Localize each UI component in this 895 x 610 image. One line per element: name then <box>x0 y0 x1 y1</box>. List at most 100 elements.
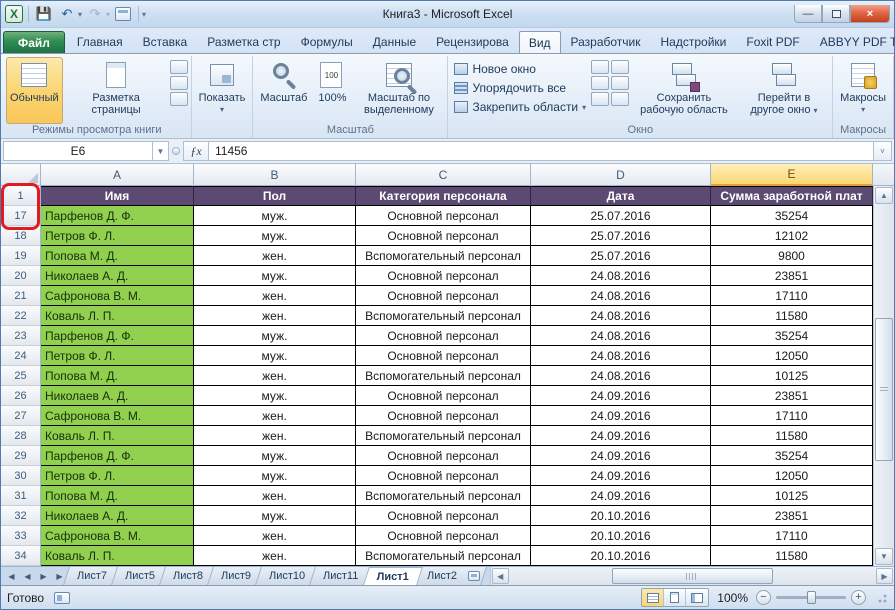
cell[interactable]: Коваль Л. П. <box>41 306 194 326</box>
horizontal-scroll-track[interactable] <box>510 568 875 584</box>
minimize-button[interactable]: — <box>794 5 822 23</box>
redo-button[interactable]: ↷ <box>85 4 105 24</box>
cell[interactable]: Николаев А. Д. <box>41 506 194 526</box>
resize-grip[interactable] <box>875 591 888 604</box>
cell[interactable]: Попова М. Д. <box>41 486 194 506</box>
cell[interactable]: 24.08.2016 <box>531 266 711 286</box>
cell[interactable]: Дата <box>531 186 711 206</box>
ribbon-tab-Надстройки[interactable]: Надстройки <box>651 31 737 53</box>
cell[interactable]: 11580 <box>711 546 873 566</box>
row-number-30[interactable]: 30 <box>1 466 41 486</box>
status-normal-view-button[interactable] <box>642 589 665 606</box>
column-header-C[interactable]: C <box>356 164 531 186</box>
ribbon-tab-Формулы[interactable]: Формулы <box>291 31 363 53</box>
cell[interactable]: 24.08.2016 <box>531 326 711 346</box>
scroll-right-icon[interactable]: ▶ <box>876 568 893 584</box>
cell[interactable]: 24.08.2016 <box>531 286 711 306</box>
full-screen-button[interactable] <box>169 92 188 106</box>
row-number-20[interactable]: 20 <box>1 266 41 286</box>
status-page-break-button[interactable] <box>686 589 709 606</box>
cell[interactable]: 12050 <box>711 346 873 366</box>
ribbon-tab-Вид[interactable]: Вид <box>518 31 561 53</box>
view-side-by-side-button[interactable] <box>611 60 630 74</box>
cell[interactable]: Петров Ф. Л. <box>41 466 194 486</box>
macro-record-icon[interactable] <box>54 591 71 604</box>
row-number-34[interactable]: 34 <box>1 546 41 566</box>
cell[interactable]: жен. <box>194 406 356 426</box>
cell[interactable]: 9800 <box>711 246 873 266</box>
name-box[interactable]: Е6 <box>3 141 153 161</box>
cell[interactable]: 23851 <box>711 386 873 406</box>
cell[interactable]: 17110 <box>711 406 873 426</box>
row-number-31[interactable]: 31 <box>1 486 41 506</box>
cell[interactable]: 17110 <box>711 286 873 306</box>
cell[interactable]: Основной персонал <box>356 446 531 466</box>
zoom-100-button[interactable]: 100 100% <box>313 57 351 124</box>
cell[interactable]: Имя <box>41 186 194 206</box>
horizontal-scrollbar[interactable]: ◀ ▶ <box>489 567 894 585</box>
redo-dropdown-icon[interactable]: ▾ <box>106 10 110 19</box>
excel-logo-icon[interactable]: X <box>5 5 23 23</box>
vertical-scroll-track[interactable] <box>875 205 893 547</box>
row-number-27[interactable]: 27 <box>1 406 41 426</box>
cell[interactable]: жен. <box>194 486 356 506</box>
cell[interactable]: муж. <box>194 346 356 366</box>
cell[interactable]: жен. <box>194 426 356 446</box>
new-window-button[interactable]: Новое окно <box>451 60 589 78</box>
zoom-slider-thumb[interactable] <box>806 591 816 604</box>
zoom-in-button[interactable]: + <box>851 590 866 605</box>
cell[interactable]: 24.08.2016 <box>531 346 711 366</box>
cell[interactable]: Николаев А. Д. <box>41 386 194 406</box>
cell[interactable]: 17110 <box>711 526 873 546</box>
switch-windows-button[interactable]: Перейти в другое окно ▾ <box>739 57 829 124</box>
horizontal-scroll-thumb[interactable] <box>612 568 773 584</box>
cell[interactable]: Коваль Л. П. <box>41 426 194 446</box>
zoom-button[interactable]: Масштаб <box>256 57 311 124</box>
cell[interactable]: Вспомогательный персонал <box>356 246 531 266</box>
vertical-scrollbar[interactable]: ▲ ▼ <box>873 186 894 566</box>
row-number-25[interactable]: 25 <box>1 366 41 386</box>
arrange-all-button[interactable]: Упорядочить все <box>451 79 589 97</box>
row-number-21[interactable]: 21 <box>1 286 41 306</box>
page-break-preview-button[interactable] <box>169 60 188 74</box>
cell[interactable]: 23851 <box>711 506 873 526</box>
scroll-up-icon[interactable]: ▲ <box>875 187 893 204</box>
cell[interactable]: Основной персонал <box>356 346 531 366</box>
column-header-E[interactable]: E <box>711 164 873 186</box>
cell[interactable]: 12102 <box>711 226 873 246</box>
cell[interactable]: жен. <box>194 546 356 566</box>
row-number-22[interactable]: 22 <box>1 306 41 326</box>
row-number-17[interactable]: 17 <box>1 206 41 226</box>
cell[interactable]: 35254 <box>711 206 873 226</box>
cell[interactable]: Основной персонал <box>356 226 531 246</box>
row-number-26[interactable]: 26 <box>1 386 41 406</box>
name-box-dropdown-icon[interactable]: ▼ <box>153 141 169 161</box>
ribbon-tab-Рецензирова[interactable]: Рецензирова <box>426 31 519 53</box>
cell[interactable]: Сумма заработной плат <box>711 186 873 206</box>
cell[interactable]: Парфенов Д. Ф. <box>41 326 194 346</box>
ribbon-tab-Главная[interactable]: Главная <box>67 31 133 53</box>
cell[interactable]: Попова М. Д. <box>41 246 194 266</box>
cell[interactable]: Вспомогательный персонал <box>356 306 531 326</box>
cell[interactable]: муж. <box>194 226 356 246</box>
ribbon-tab-Вставка[interactable]: Вставка <box>133 31 198 53</box>
page-layout-button[interactable]: Разметка страницы <box>65 57 168 124</box>
row-number-1[interactable]: 1 <box>1 186 41 206</box>
row-number-28[interactable]: 28 <box>1 426 41 446</box>
reset-window-position-button[interactable] <box>611 92 630 106</box>
row-number-32[interactable]: 32 <box>1 506 41 526</box>
cell[interactable]: Сафронова В. М. <box>41 406 194 426</box>
cell[interactable]: 24.09.2016 <box>531 426 711 446</box>
zoom-level-label[interactable]: 100% <box>714 591 751 605</box>
cell[interactable]: Вспомогательный персонал <box>356 546 531 566</box>
cell[interactable]: Основной персонал <box>356 286 531 306</box>
cell[interactable]: 25.07.2016 <box>531 246 711 266</box>
cell[interactable]: Парфенов Д. Ф. <box>41 206 194 226</box>
formula-input[interactable]: 11456 <box>209 141 874 161</box>
cell[interactable]: Коваль Л. П. <box>41 546 194 566</box>
cell[interactable]: жен. <box>194 366 356 386</box>
row-number-29[interactable]: 29 <box>1 446 41 466</box>
expand-formula-bar-icon[interactable]: ˅ <box>874 141 892 161</box>
cell[interactable]: жен. <box>194 306 356 326</box>
cell[interactable]: 24.09.2016 <box>531 406 711 426</box>
